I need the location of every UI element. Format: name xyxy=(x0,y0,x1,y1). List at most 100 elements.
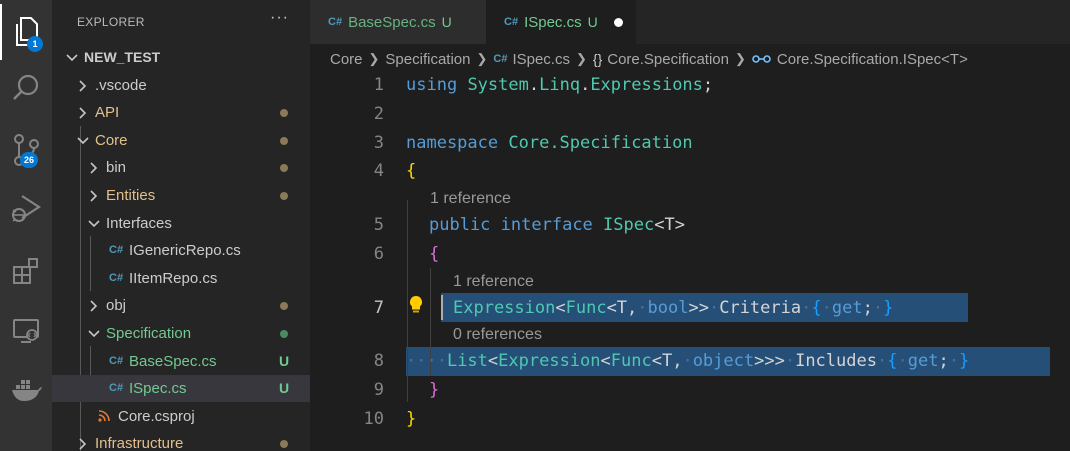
line-number: 10 xyxy=(363,409,384,429)
search-icon[interactable] xyxy=(0,60,52,116)
tree-folder[interactable]: Infrastructure xyxy=(52,430,310,451)
tree-file[interactable]: C# IGenericRepo.cs xyxy=(52,237,310,264)
rss-file-icon xyxy=(98,403,110,430)
tree-item-label: .vscode xyxy=(95,77,147,94)
lightbulb-icon[interactable] xyxy=(408,295,424,320)
code-line: } xyxy=(429,380,440,400)
tree-item-label: bin xyxy=(106,159,127,176)
code-line: } xyxy=(406,409,417,429)
tree-item-label: NEW_TEST xyxy=(84,49,161,65)
interface-icon xyxy=(752,53,772,65)
line-number: 5 xyxy=(373,215,384,235)
chevron-right-icon[interactable] xyxy=(77,99,89,126)
tab-bar: C# BaseSpec.cs U C# ISpec.cs U xyxy=(310,0,1070,44)
docker-icon[interactable] xyxy=(0,362,52,418)
breadcrumb-item[interactable]: ISpec.cs xyxy=(512,51,570,68)
tab-status: U xyxy=(441,14,452,30)
line-number: 9 xyxy=(373,380,384,400)
tab-basespec[interactable]: C# BaseSpec.cs U xyxy=(310,0,486,44)
scm-badge: 26 xyxy=(20,152,39,168)
tree-item-label: Core.csproj xyxy=(118,408,195,425)
git-status-dot-icon xyxy=(280,109,288,117)
code-line: Expression<Func<T,·bool>>·Criteria·{·get… xyxy=(453,298,894,318)
codelens-references[interactable]: 0 references xyxy=(453,326,542,344)
breadcrumb-item[interactable]: Core.Specification.ISpec<T> xyxy=(777,51,968,68)
chevron-right-icon: ❯ xyxy=(476,51,488,66)
more-actions-icon[interactable]: ··· xyxy=(270,9,289,27)
breadcrumb-item[interactable]: Core xyxy=(330,51,363,68)
tree-item-label: obj xyxy=(106,297,127,314)
explorer-sidebar: EXPLORER ··· NEW_TEST .vscode API Core bin En… xyxy=(52,0,310,451)
run-debug-icon[interactable] xyxy=(0,180,52,236)
chevron-down-icon[interactable] xyxy=(88,320,100,347)
csharp-file-icon: C# xyxy=(109,355,124,367)
tree-file[interactable]: C# IItemRepo.cs xyxy=(52,265,310,292)
git-status-dot-icon xyxy=(280,302,288,310)
explorer-badge: 1 xyxy=(27,36,43,52)
git-status-dot-icon xyxy=(280,192,288,200)
line-number: 4 xyxy=(373,161,384,181)
chevron-right-icon[interactable] xyxy=(88,292,100,319)
code-line: ····List<Expression<Func<T,·object>>>·In… xyxy=(406,351,970,371)
line-number: 6 xyxy=(373,244,384,264)
tree-folder[interactable]: Interfaces xyxy=(52,210,310,237)
tree-folder[interactable]: bin xyxy=(52,154,310,181)
chevron-right-icon: ❯ xyxy=(368,51,380,66)
line-number: 7 xyxy=(373,298,384,318)
csharp-file-icon: C# xyxy=(109,382,124,394)
code-line: namespace Core.Specification xyxy=(406,133,693,153)
codelens-references[interactable]: 1 reference xyxy=(453,273,534,291)
tree-folder[interactable]: Entities xyxy=(52,182,310,209)
csharp-file-icon: C# xyxy=(504,16,519,28)
csharp-file-icon: C# xyxy=(109,244,124,256)
chevron-down-icon[interactable] xyxy=(66,44,78,71)
unsaved-dot-icon[interactable] xyxy=(613,17,623,27)
explorer-icon[interactable]: 1 xyxy=(0,4,52,60)
line-number: 1 xyxy=(373,75,384,95)
tree-file[interactable]: Core.csproj xyxy=(52,403,310,430)
breadcrumb-item[interactable]: Core.Specification xyxy=(607,51,729,68)
chevron-right-icon[interactable] xyxy=(77,430,89,451)
tree-item-label: API xyxy=(95,104,120,121)
remote-explorer-icon[interactable] xyxy=(0,303,52,359)
tree-file[interactable]: C# BaseSpec.cs U xyxy=(52,348,310,375)
git-status-badge: U xyxy=(279,353,290,369)
tree-item-label: BaseSpec.cs xyxy=(129,353,217,370)
activity-bar: 1 26 xyxy=(0,0,52,451)
tree-item-label: Infrastructure xyxy=(95,435,184,451)
tab-ispec[interactable]: C# ISpec.cs U xyxy=(486,0,636,44)
chevron-right-icon[interactable] xyxy=(88,182,100,209)
chevron-down-icon[interactable] xyxy=(77,127,89,154)
tree-folder[interactable]: API xyxy=(52,99,310,126)
chevron-down-icon[interactable] xyxy=(88,210,100,237)
text-cursor xyxy=(441,295,443,320)
tree-root[interactable]: NEW_TEST xyxy=(52,44,310,71)
csharp-file-icon: C# xyxy=(109,272,124,284)
csharp-file-icon: C# xyxy=(493,53,508,65)
breadcrumb-item[interactable]: Specification xyxy=(385,51,470,68)
extensions-icon[interactable] xyxy=(0,243,52,299)
code-editor[interactable]: 1 2 3 4 5 6 7 8 9 10 using System.Linq.E… xyxy=(310,72,1070,451)
tree-item-label: Entities xyxy=(106,187,156,204)
tree-folder[interactable]: Core xyxy=(52,127,310,154)
chevron-right-icon[interactable] xyxy=(88,154,100,181)
source-control-icon[interactable]: 26 xyxy=(0,122,52,178)
tree-item-label: IGenericRepo.cs xyxy=(129,242,241,259)
tree-item-label: Specification xyxy=(106,325,192,342)
tree-folder[interactable]: .vscode xyxy=(52,72,310,99)
line-number: 8 xyxy=(373,351,384,371)
git-status-dot-icon xyxy=(280,137,288,145)
git-status-dot-icon xyxy=(280,440,288,448)
namespace-icon: {} xyxy=(592,51,603,67)
tree-folder[interactable]: Specification xyxy=(52,320,310,347)
line-number: 2 xyxy=(373,104,384,124)
tab-status: U xyxy=(587,14,598,30)
tree-file[interactable]: C# ISpec.cs U xyxy=(52,375,310,402)
sidebar-header: EXPLORER ··· xyxy=(52,0,310,44)
line-number: 3 xyxy=(373,133,384,153)
tree-folder[interactable]: obj xyxy=(52,292,310,319)
chevron-right-icon[interactable] xyxy=(77,72,89,99)
tree-item-label: Interfaces xyxy=(106,215,172,232)
code-line: using System.Linq.Expressions; xyxy=(406,75,714,95)
codelens-references[interactable]: 1 reference xyxy=(430,190,511,208)
